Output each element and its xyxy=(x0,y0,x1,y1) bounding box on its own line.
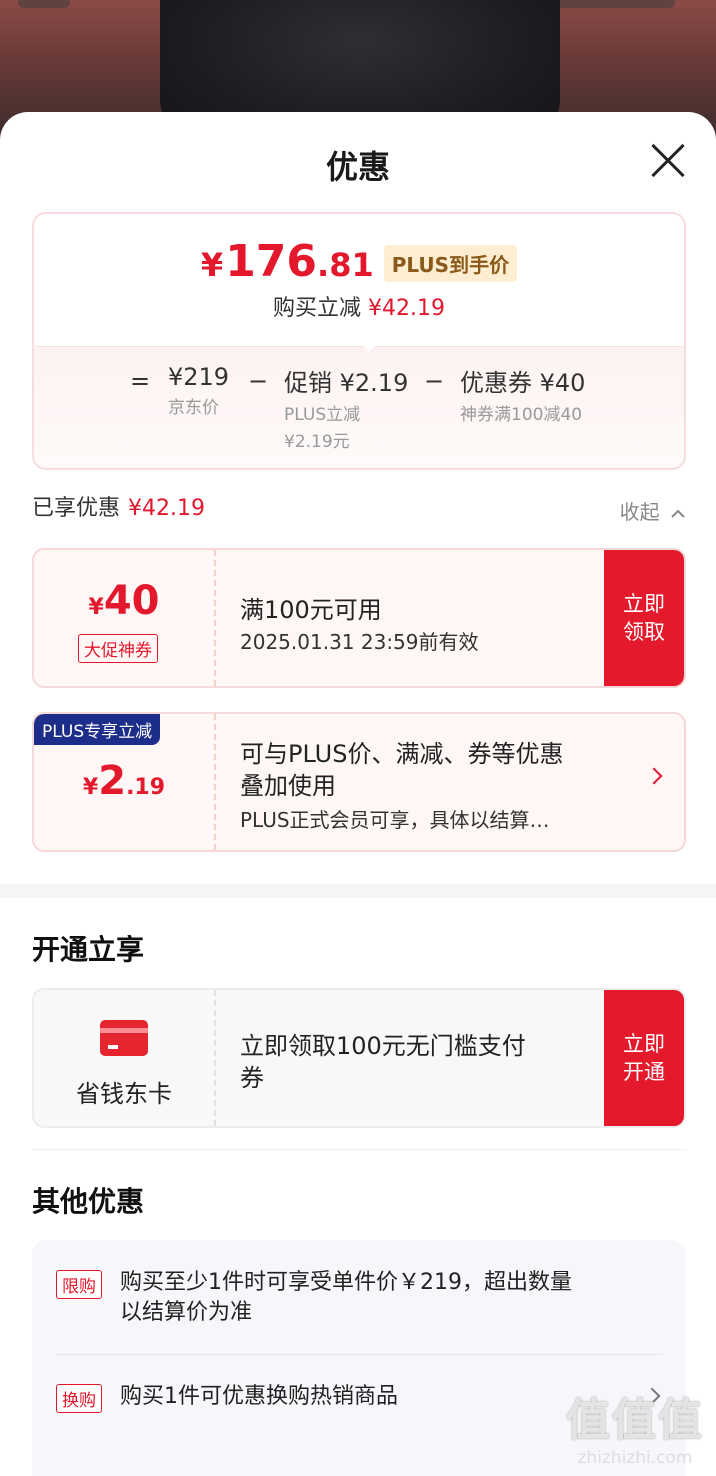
plus-exclusive-badge: PLUS专享立减 xyxy=(34,714,161,745)
coupon-amount-area: ¥40 大促神券 xyxy=(34,550,216,686)
open-section-title: 开通立享 xyxy=(32,933,145,966)
minus-sign: − xyxy=(424,367,445,395)
plus-description: 可与PLUS价、满减、券等优惠 xyxy=(240,740,564,768)
plus-discount-amount: ¥2.19 xyxy=(82,758,166,804)
coupon-card: ¥40 大促神券 满100元可用 2025.01.31 23:59前有效 立即 … xyxy=(32,548,686,688)
discount-sheet: 优惠 ¥176.81 PLUS到手价 购买立减 ¥42.19 = ¥219 京东… xyxy=(0,112,716,1476)
coupon-condition: 满100元可用 xyxy=(240,596,382,624)
plus-discount-card[interactable]: PLUS专享立减 ¥2.19 可与PLUS价、满减、券等优惠 叠加使用 PLUS… xyxy=(32,712,686,852)
red-card-icon xyxy=(100,1020,148,1056)
divider-line xyxy=(32,1149,686,1150)
card-name: 省钱东卡 xyxy=(76,1080,172,1108)
activate-button[interactable]: 立即 开通 xyxy=(604,990,684,1126)
minus-sign: − xyxy=(248,367,269,395)
price-breakdown-card: ¥176.81 PLUS到手价 购买立减 ¥42.19 = ¥219 京东价 −… xyxy=(32,212,686,470)
card-brand-area: 省钱东卡 xyxy=(34,990,216,1126)
list-divider xyxy=(56,1354,662,1355)
chevron-up-icon xyxy=(671,509,685,518)
jd-price: ¥219 京东价 xyxy=(168,363,230,418)
card-offer-text-cont: 券 xyxy=(240,1064,264,1092)
plus-price-tag: PLUS到手价 xyxy=(383,245,518,282)
caret-icon xyxy=(359,342,379,352)
coupon-amount: ¥40 xyxy=(88,578,160,624)
promo-discount: 促销 ¥2.19 PLUS立减 ¥2.19元 xyxy=(284,369,409,452)
plus-note: PLUS正式会员可享，具体以结算… xyxy=(240,808,550,832)
coupon-expiry: 2025.01.31 23:59前有效 xyxy=(240,630,479,654)
sheet-header: 优惠 xyxy=(0,112,716,212)
watermark-url: zhizhizhi.com xyxy=(577,1448,693,1468)
final-price: ¥176.81 PLUS到手价 xyxy=(34,236,684,287)
coupon-info: 满100元可用 2025.01.31 23:59前有效 xyxy=(240,550,604,686)
card-offer-info: 立即领取100元无门槛支付 券 xyxy=(240,990,604,1126)
plus-amount-area: PLUS专享立减 ¥2.19 xyxy=(34,714,216,850)
price-calculation: = ¥219 京东价 − 促销 ¥2.19 PLUS立减 ¥2.19元 − 优惠… xyxy=(34,346,684,468)
equals-sign: = xyxy=(130,367,151,395)
plus-description-cont: 叠加使用 xyxy=(240,772,336,800)
coupon-type-tag: 大促神券 xyxy=(78,634,158,663)
offer-text: 购买至少1件时可享受单件价￥219，超出数量 以结算价为准 xyxy=(120,1270,572,1325)
chevron-right-icon xyxy=(645,767,663,785)
membership-card-offer: 省钱东卡 立即领取100元无门槛支付 券 立即 开通 xyxy=(32,988,686,1128)
sheet-title: 优惠 xyxy=(325,148,390,186)
collapse-button[interactable]: 收起 xyxy=(620,496,686,525)
watermark: 值值值 zhizhizhi.com xyxy=(560,1384,710,1468)
watermark-logo: 值值值 xyxy=(566,1395,704,1446)
list-item[interactable]: 限购 购买至少1件时可享受单件价￥219，超出数量 以结算价为准 xyxy=(56,1268,646,1348)
final-price-block: ¥176.81 PLUS到手价 购买立减 ¥42.19 xyxy=(34,214,684,346)
enjoyed-discount: 已享优惠 ¥42.19 xyxy=(32,496,205,521)
instant-reduction: 购买立减 ¥42.19 xyxy=(273,296,445,321)
card-offer-text: 立即领取100元无门槛支付 xyxy=(240,1032,526,1060)
close-icon[interactable] xyxy=(650,142,686,178)
claim-coupon-button[interactable]: 立即 领取 xyxy=(604,550,684,686)
final-price-value: ¥176.81 xyxy=(200,236,374,287)
coupon-discount: 优惠券 ¥40 神券满100减40 xyxy=(460,369,586,425)
plus-info: 可与PLUS价、满减、券等优惠 叠加使用 PLUS正式会员可享，具体以结算… xyxy=(240,714,624,850)
list-item[interactable]: 换购 购买1件可优惠换购热销商品 xyxy=(56,1382,646,1422)
other-section-title: 其他优惠 xyxy=(32,1185,145,1218)
background-tab xyxy=(18,0,70,8)
exchange-tag: 换购 xyxy=(56,1384,102,1413)
section-divider xyxy=(0,884,716,898)
limit-tag: 限购 xyxy=(56,1270,102,1299)
